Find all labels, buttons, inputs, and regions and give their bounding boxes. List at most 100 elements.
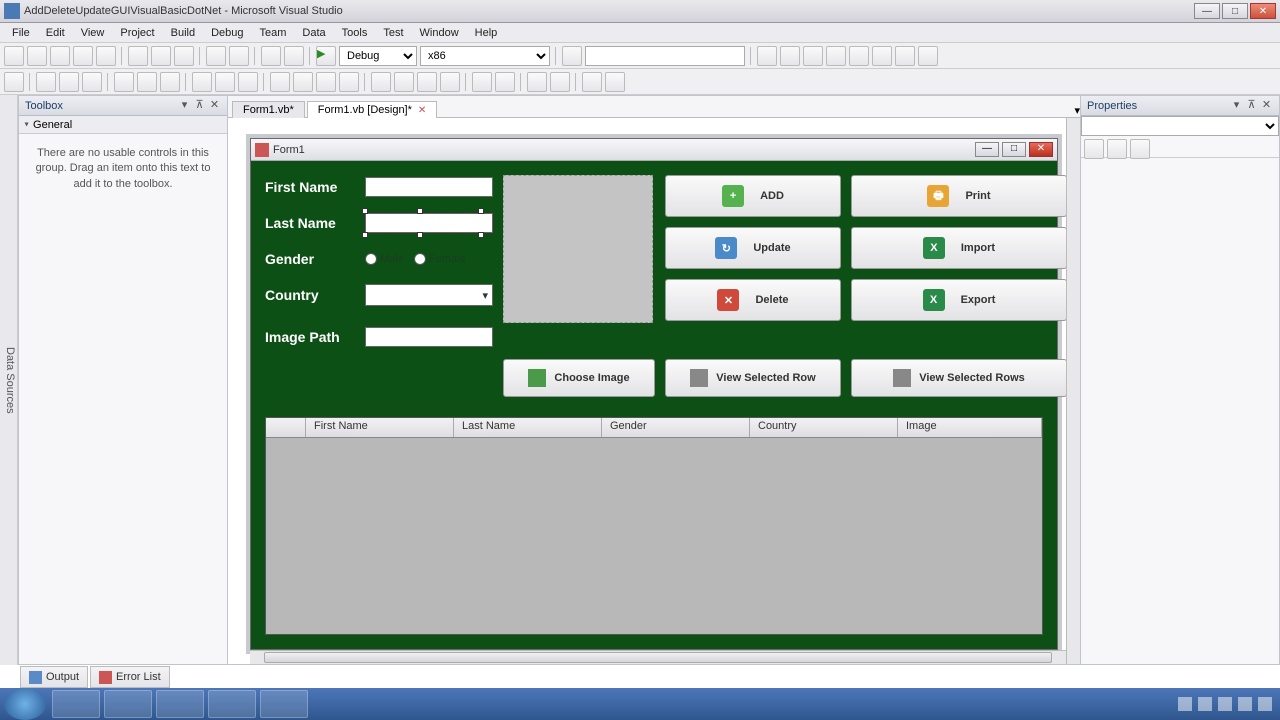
menu-debug[interactable]: Debug <box>203 27 251 39</box>
platform-combo[interactable]: x86 <box>420 46 550 66</box>
other-windows-icon[interactable] <box>918 46 938 66</box>
taskbar-explorer[interactable] <box>104 690 152 718</box>
hspace-remove-icon[interactable] <box>339 72 359 92</box>
start-debug-icon[interactable]: ▶ <box>316 46 336 66</box>
designer-hscroll[interactable] <box>250 650 1066 664</box>
center-v-icon[interactable] <box>495 72 515 92</box>
save-icon[interactable] <box>73 46 93 66</box>
output-tab[interactable]: Output <box>20 666 88 688</box>
taskbar-vs[interactable] <box>260 690 308 718</box>
align-center-icon[interactable] <box>59 72 79 92</box>
picture-box[interactable] <box>503 175 653 323</box>
dropdown-icon[interactable]: ▾ <box>178 99 191 112</box>
cut-icon[interactable] <box>128 46 148 66</box>
new-project-icon[interactable] <box>4 46 24 66</box>
redo-icon[interactable] <box>229 46 249 66</box>
find-icon[interactable] <box>562 46 582 66</box>
vspace-remove-icon[interactable] <box>440 72 460 92</box>
view-selected-row-button[interactable]: View Selected Row <box>665 359 841 397</box>
combo-country[interactable] <box>365 284 493 306</box>
designer-surface[interactable]: Form1 — □ ✕ First Name <box>228 118 1066 664</box>
pin-icon[interactable]: ⊼ <box>1245 99 1258 112</box>
align-right-icon[interactable] <box>82 72 102 92</box>
close-button[interactable]: ✕ <box>1250 3 1276 19</box>
minimize-button[interactable]: — <box>1194 3 1220 19</box>
data-grid[interactable]: First Name Last Name Gender Country Imag… <box>265 417 1043 635</box>
form-close-icon[interactable]: ✕ <box>1029 142 1053 157</box>
print-button[interactable]: 🖶Print <box>851 175 1066 217</box>
menu-build[interactable]: Build <box>163 27 203 39</box>
menu-help[interactable]: Help <box>467 27 506 39</box>
center-h-icon[interactable] <box>472 72 492 92</box>
close-icon[interactable]: ✕ <box>1260 99 1273 112</box>
tray-icon[interactable] <box>1198 697 1212 711</box>
add-item-icon[interactable] <box>27 46 47 66</box>
property-pages-icon[interactable] <box>1130 139 1150 159</box>
open-icon[interactable] <box>50 46 70 66</box>
taskbar-media[interactable] <box>156 690 204 718</box>
grid-col-country[interactable]: Country <box>750 418 898 437</box>
same-height-icon[interactable] <box>215 72 235 92</box>
vspace-equal-icon[interactable] <box>371 72 391 92</box>
solution-explorer-icon[interactable] <box>757 46 777 66</box>
tray-icon[interactable] <box>1218 697 1232 711</box>
error-list-tab[interactable]: Error List <box>90 666 170 688</box>
choose-image-button[interactable]: Choose Image <box>503 359 655 397</box>
align-mid-icon[interactable] <box>137 72 157 92</box>
copy-icon[interactable] <box>151 46 171 66</box>
taskbar-ie[interactable] <box>52 690 100 718</box>
bring-front-icon[interactable] <box>527 72 547 92</box>
nav-back-icon[interactable] <box>261 46 281 66</box>
radio-female[interactable]: Female <box>414 253 466 265</box>
properties-object-combo[interactable] <box>1081 116 1279 136</box>
grid-col-first-name[interactable]: First Name <box>306 418 454 437</box>
input-image-path[interactable] <box>365 327 493 347</box>
start-button[interactable] <box>4 688 46 720</box>
align-grid-icon[interactable] <box>4 72 24 92</box>
same-size-icon[interactable] <box>238 72 258 92</box>
class-view-icon[interactable] <box>826 46 846 66</box>
align-bottom-icon[interactable] <box>160 72 180 92</box>
hspace-equal-icon[interactable] <box>270 72 290 92</box>
menu-view[interactable]: View <box>73 27 113 39</box>
tab-form1-design[interactable]: Form1.vb [Design]*✕ <box>307 101 438 118</box>
close-tab-icon[interactable]: ✕ <box>418 105 426 116</box>
tray-icon[interactable] <box>1178 697 1192 711</box>
data-sources-tab[interactable]: Data Sources <box>0 95 18 665</box>
system-tray[interactable] <box>1170 697 1280 711</box>
input-last-name[interactable] <box>365 213 493 233</box>
align-top-icon[interactable] <box>114 72 134 92</box>
toolbox-group-general[interactable]: General <box>19 116 227 134</box>
update-button[interactable]: ↻Update <box>665 227 841 269</box>
grid-col-gender[interactable]: Gender <box>602 418 750 437</box>
vspace-inc-icon[interactable] <box>394 72 414 92</box>
hspace-dec-icon[interactable] <box>316 72 336 92</box>
delete-button[interactable]: ✕Delete <box>665 279 841 321</box>
extension-icon[interactable] <box>895 46 915 66</box>
save-all-icon[interactable] <box>96 46 116 66</box>
config-combo[interactable]: Debug <box>339 46 417 66</box>
menu-test[interactable]: Test <box>375 27 411 39</box>
designer-vscroll[interactable] <box>1066 118 1080 664</box>
align-left-icon[interactable] <box>36 72 56 92</box>
nav-fwd-icon[interactable] <box>284 46 304 66</box>
find-input[interactable] <box>585 46 745 66</box>
add-button[interactable]: +ADD <box>665 175 841 217</box>
menu-file[interactable]: File <box>4 27 38 39</box>
start-page-icon[interactable] <box>872 46 892 66</box>
menu-team[interactable]: Team <box>252 27 295 39</box>
hspace-inc-icon[interactable] <box>293 72 313 92</box>
maximize-button[interactable]: □ <box>1222 3 1248 19</box>
export-button[interactable]: XExport <box>851 279 1066 321</box>
alphabetical-icon[interactable] <box>1107 139 1127 159</box>
grid-body[interactable] <box>266 438 1042 634</box>
form-window[interactable]: Form1 — □ ✕ First Name <box>250 138 1058 650</box>
import-button[interactable]: XImport <box>851 227 1066 269</box>
vspace-dec-icon[interactable] <box>417 72 437 92</box>
tray-icon[interactable] <box>1258 697 1272 711</box>
categorized-icon[interactable] <box>1084 139 1104 159</box>
send-back-icon[interactable] <box>550 72 570 92</box>
menu-project[interactable]: Project <box>112 27 162 39</box>
properties-window-icon[interactable] <box>780 46 800 66</box>
pin-icon[interactable]: ⊼ <box>193 99 206 112</box>
